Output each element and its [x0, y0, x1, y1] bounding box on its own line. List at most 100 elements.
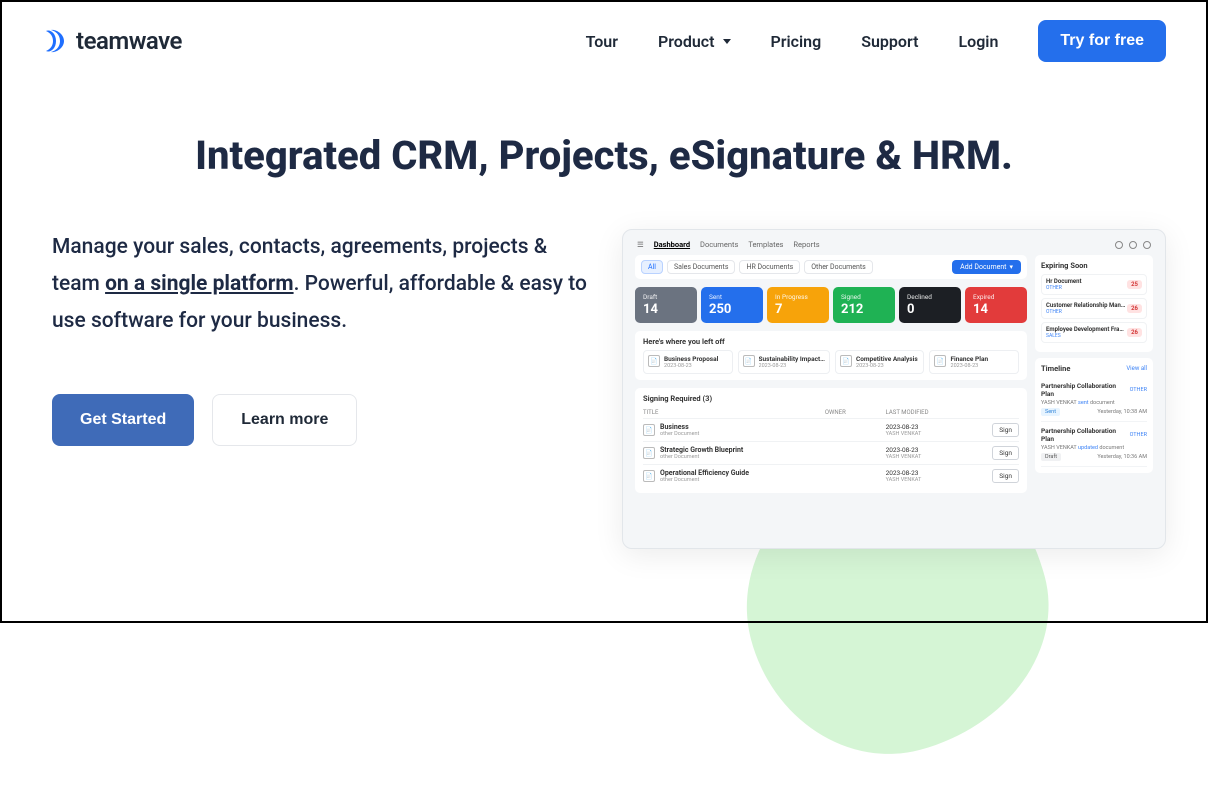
pill-hr[interactable]: HR Documents	[739, 260, 800, 274]
nav-support[interactable]: Support	[861, 32, 918, 51]
stat-value: 7	[775, 302, 821, 317]
timeline-status: Draft	[1041, 453, 1061, 461]
leftoff-date: 2023-08-23	[759, 363, 825, 369]
chevron-down-icon	[723, 39, 731, 44]
expiring-item[interactable]: Employee Development FrameworkSALES26	[1041, 322, 1147, 343]
left-off-title: Here's where you left off	[643, 337, 1019, 346]
nav-tour[interactable]: Tour	[586, 32, 618, 51]
try-free-button[interactable]: Try for free	[1038, 20, 1166, 62]
expiring-category: SALES	[1046, 333, 1126, 339]
row-date: 2023-08-23	[886, 423, 971, 431]
th-title: TITLE	[643, 409, 825, 416]
tab-documents[interactable]: Documents	[700, 240, 738, 249]
timeline-title: Timeline	[1041, 364, 1070, 373]
stat-card-draft[interactable]: Draft14	[635, 287, 697, 323]
leftoff-date: 2023-08-23	[856, 363, 918, 369]
stat-card-signed[interactable]: Signed212	[833, 287, 895, 323]
expiring-title: Customer Relationship Manageme…	[1046, 302, 1126, 309]
stat-value: 250	[709, 302, 755, 317]
document-icon: 📄	[648, 355, 660, 367]
desc-underline: on a single platform	[105, 272, 294, 296]
leftoff-date: 2023-08-23	[950, 363, 988, 369]
row-date: 2023-08-23	[886, 446, 971, 454]
pill-other[interactable]: Other Documents	[804, 260, 873, 274]
tab-dashboard[interactable]: Dashboard	[654, 240, 690, 249]
sign-button[interactable]: Sign	[992, 469, 1019, 483]
stat-label: Sent	[709, 293, 755, 301]
get-started-button[interactable]: Get Started	[52, 394, 194, 446]
dashboard-tabs: ☰ Dashboard Documents Templates Reports	[637, 240, 820, 249]
row-title: Operational Efficiency Guide	[660, 469, 749, 477]
nav-pricing[interactable]: Pricing	[771, 32, 822, 51]
expiring-item[interactable]: Customer Relationship Manageme…OTHER26	[1041, 298, 1147, 319]
learn-more-button[interactable]: Learn more	[212, 394, 357, 446]
document-icon: 📄	[743, 355, 755, 367]
tab-reports[interactable]: Reports	[793, 240, 819, 249]
th-owner: OWNER	[825, 409, 886, 416]
pill-sales[interactable]: Sales Documents	[667, 260, 735, 274]
row-owner: YASH VENKAT	[886, 431, 971, 437]
expiring-title: Hr Document	[1046, 278, 1082, 285]
signing-row: 📄Strategic Growth Blueprintother Documen…	[643, 441, 1019, 464]
timeline-item[interactable]: Partnership Collaboration PlanOTHER YASH…	[1041, 377, 1147, 422]
expiring-badge: 25	[1127, 280, 1142, 289]
nav-product[interactable]: Product	[658, 32, 731, 51]
timeline-doc-title: Partnership Collaboration Plan	[1041, 427, 1130, 443]
timeline-category: OTHER	[1130, 387, 1147, 393]
wave-icon	[42, 27, 68, 55]
hero-headline: Integrated CRM, Projects, eSignature & H…	[42, 132, 1166, 179]
help-icon[interactable]	[1115, 241, 1123, 249]
expiring-category: OTHER	[1046, 285, 1082, 291]
stat-label: In Progress	[775, 293, 821, 301]
hero: Integrated CRM, Projects, eSignature & H…	[2, 132, 1206, 179]
stat-label: Declined	[907, 293, 953, 301]
sign-button[interactable]: Sign	[992, 423, 1019, 437]
stat-value: 14	[643, 302, 689, 317]
sign-button[interactable]: Sign	[992, 446, 1019, 460]
view-all-link[interactable]: View all	[1126, 365, 1147, 372]
row-owner: YASH VENKAT	[886, 454, 971, 460]
signing-row: 📄Businessother Document 2023-08-23YASH V…	[643, 418, 1019, 441]
expiring-item[interactable]: Hr DocumentOTHER 25	[1041, 274, 1147, 295]
pill-all[interactable]: All	[641, 260, 663, 274]
stat-value: 212	[841, 302, 887, 317]
bell-icon[interactable]	[1143, 241, 1151, 249]
add-document-button[interactable]: Add Document ▾	[952, 260, 1021, 274]
top-nav: teamwave Tour Product Pricing Support Lo…	[2, 2, 1206, 62]
timeline-time: Yesterday, 10:36 AM	[1097, 454, 1147, 460]
leftoff-item[interactable]: 📄Finance Plan2023-08-23	[929, 350, 1019, 374]
signing-row: 📄Operational Efficiency Guideother Docum…	[643, 464, 1019, 487]
leftoff-title: Sustainability Impact…	[759, 355, 825, 363]
leftoff-title: Finance Plan	[950, 355, 988, 363]
row-sub: other Document	[660, 431, 699, 437]
brand-logo[interactable]: teamwave	[42, 27, 182, 55]
nav-links: Tour Product Pricing Support Login Try f…	[586, 20, 1166, 62]
timeline-category: OTHER	[1130, 432, 1147, 438]
signing-title: Signing Required (3)	[643, 394, 1019, 403]
pin-icon[interactable]	[1129, 241, 1137, 249]
hero-description-column: Manage your sales, contacts, agreements,…	[52, 229, 592, 446]
nav-login[interactable]: Login	[959, 32, 999, 51]
leftoff-item[interactable]: 📄 Sustainability Impact…2023-08-23	[738, 350, 830, 374]
leftoff-title: Competitive Analysis	[856, 355, 918, 363]
timeline-item[interactable]: Partnership Collaboration PlanOTHER YASH…	[1041, 422, 1147, 467]
leftoff-item[interactable]: 📄Business Proposal2023-08-23	[643, 350, 733, 374]
stat-card-sent[interactable]: Sent250	[701, 287, 763, 323]
left-off-card: Here's where you left off 📄Business Prop…	[635, 331, 1027, 380]
expiring-badge: 26	[1127, 304, 1142, 313]
tab-templates[interactable]: Templates	[748, 240, 783, 249]
row-title: Business	[660, 423, 699, 431]
leftoff-item[interactable]: 📄Competitive Analysis2023-08-23	[835, 350, 925, 374]
row-date: 2023-08-23	[886, 469, 971, 477]
timeline-doc-title: Partnership Collaboration Plan	[1041, 382, 1130, 398]
signing-required-card: Signing Required (3) TITLE OWNER LAST MO…	[635, 388, 1027, 493]
row-sub: other Document	[660, 454, 743, 460]
stat-card-declined[interactable]: Declined0	[899, 287, 961, 323]
stat-value: 14	[973, 302, 1019, 317]
document-icon: 📄	[643, 470, 655, 482]
timeline-status: Sent	[1041, 408, 1060, 416]
nav-product-label: Product	[658, 32, 715, 51]
stat-card-expired[interactable]: Expired14	[965, 287, 1027, 323]
dash-menu-icon: ☰	[637, 240, 644, 249]
stat-card-in-progress[interactable]: In Progress7	[767, 287, 829, 323]
